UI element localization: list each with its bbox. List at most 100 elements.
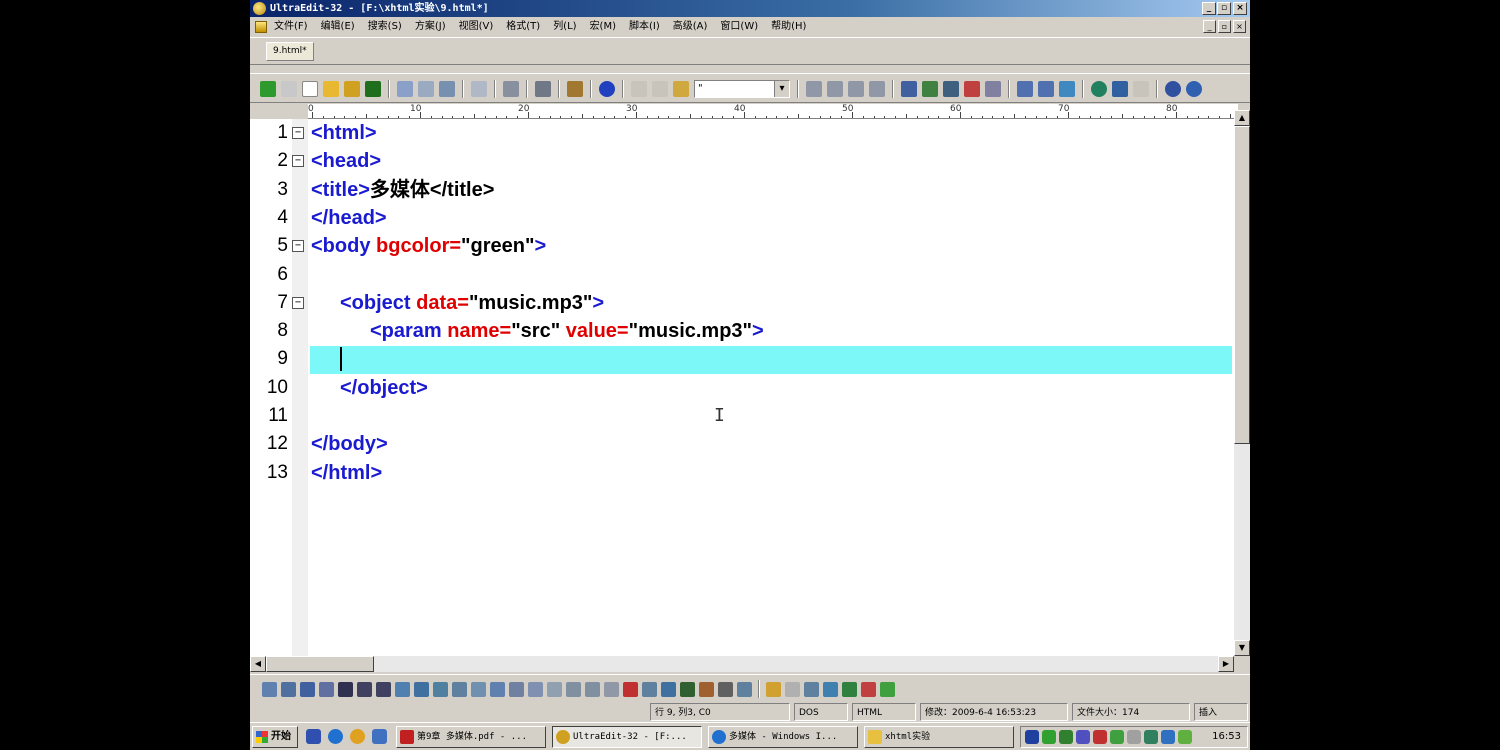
scroll-up-button[interactable]: ▲	[1234, 110, 1250, 126]
code-editor[interactable]: I 1− <html> 2− <head> 3 <title>多媒体</title> 4 </…	[250, 119, 1234, 656]
scroll-right-button[interactable]: ▶	[1218, 656, 1234, 672]
code-line[interactable]: 12 </body>	[250, 430, 1234, 458]
info-icon[interactable]	[1165, 81, 1181, 97]
align-left-icon[interactable]	[806, 81, 822, 97]
div-icon[interactable]	[262, 681, 277, 697]
ultraedit-app-icon[interactable]	[253, 2, 266, 15]
preview-icon[interactable]	[823, 681, 838, 697]
scroll-left-button[interactable]: ◀	[250, 656, 266, 672]
code-line[interactable]: 13 </html>	[250, 459, 1234, 487]
back-icon[interactable]	[260, 81, 276, 97]
task-ie[interactable]: 多媒体 - Windows I...	[708, 726, 858, 748]
tools-icon[interactable]	[1133, 81, 1149, 97]
bookmark-icon[interactable]	[567, 81, 583, 97]
code-line[interactable]: 8 <param name="src" value="music.mp3">	[250, 317, 1234, 345]
start-button[interactable]: 开始	[252, 726, 298, 748]
code-line[interactable]: 2− <head>	[250, 147, 1234, 175]
numbered-list-icon[interactable]	[376, 681, 391, 697]
split-horizontal-icon[interactable]	[1017, 81, 1033, 97]
code-line[interactable]: 9	[250, 345, 1234, 373]
script-icon[interactable]	[680, 681, 695, 697]
char-icon[interactable]	[785, 681, 800, 697]
code-line[interactable]: 10 </object>	[250, 374, 1234, 402]
taskbar-clock[interactable]: 16:53	[1212, 727, 1241, 747]
ftp-icon[interactable]	[1112, 81, 1128, 97]
word-wrap-icon[interactable]	[1059, 81, 1075, 97]
link-icon[interactable]	[414, 681, 429, 697]
copy-icon[interactable]	[652, 81, 668, 97]
save-icon[interactable]	[365, 81, 381, 97]
find-next-icon[interactable]	[922, 81, 938, 97]
fold-toggle-icon[interactable]: −	[292, 155, 304, 168]
align-center-icon[interactable]	[827, 81, 843, 97]
style-icon[interactable]	[699, 681, 714, 697]
paragraph-icon[interactable]	[319, 681, 334, 697]
scroll-down-button[interactable]: ▼	[1234, 640, 1250, 656]
media-player-icon[interactable]	[372, 729, 387, 744]
doc-restore-button[interactable]: ▫	[1218, 20, 1231, 33]
tray-update-icon[interactable]	[1110, 730, 1124, 744]
horizontal-scrollbar[interactable]: ◀ ▶	[250, 656, 1234, 672]
code-line[interactable]: 11	[250, 402, 1234, 430]
paste-icon[interactable]	[673, 81, 689, 97]
table-row-icon[interactable]	[471, 681, 486, 697]
task-ultraedit[interactable]: UltraEdit-32 - [F:...	[552, 726, 702, 748]
vertical-scroll-thumb[interactable]	[1234, 126, 1250, 444]
print-preview-icon[interactable]	[418, 81, 434, 97]
task-folder[interactable]: xhtml实验	[864, 726, 1014, 748]
new-file-icon[interactable]	[302, 81, 318, 97]
fold-toggle-icon[interactable]: −	[292, 240, 304, 253]
menu-macro[interactable]: 宏(M)	[590, 17, 616, 37]
file-tab[interactable]: 9.html*	[266, 42, 314, 61]
tray-connection-icon[interactable]	[1144, 730, 1158, 744]
show-desktop-icon[interactable]	[306, 729, 321, 744]
maximize-button[interactable]: ▫	[1217, 2, 1231, 15]
globe-icon[interactable]	[599, 81, 615, 97]
print-icon[interactable]	[397, 81, 413, 97]
ie-quicklaunch-icon[interactable]	[328, 729, 343, 744]
select-icon[interactable]	[566, 681, 581, 697]
checkbox-icon[interactable]	[604, 681, 619, 697]
image-icon[interactable]	[395, 681, 410, 697]
color-icon[interactable]	[766, 681, 781, 697]
tray-app-icon[interactable]	[1025, 730, 1039, 744]
code-line[interactable]: 4 </head>	[250, 204, 1234, 232]
menu-file[interactable]: 文件(F)	[274, 17, 308, 37]
tidy-icon[interactable]	[842, 681, 857, 697]
open-folder-icon[interactable]	[323, 81, 339, 97]
menu-edit[interactable]: 编辑(E)	[321, 17, 355, 37]
validate-icon[interactable]	[804, 681, 819, 697]
task-pdf[interactable]: 第9章 多媒体.pdf - ...	[396, 726, 546, 748]
document-menu-icon[interactable]	[255, 21, 267, 33]
tray-input-icon[interactable]	[1076, 730, 1090, 744]
span-icon[interactable]	[281, 681, 296, 697]
forward-icon[interactable]	[281, 81, 297, 97]
anchor-icon[interactable]	[433, 681, 448, 697]
bold-icon[interactable]	[338, 681, 353, 697]
page-setup-icon[interactable]	[439, 81, 455, 97]
menu-project[interactable]: 方案(J)	[415, 17, 446, 37]
code-line[interactable]: 6	[250, 261, 1234, 289]
snippet-icon[interactable]	[880, 681, 895, 697]
radio-icon[interactable]	[623, 681, 638, 697]
align-right-icon[interactable]	[848, 81, 864, 97]
cut-icon[interactable]	[631, 81, 647, 97]
media-icon[interactable]	[661, 681, 676, 697]
input-icon[interactable]	[528, 681, 543, 697]
frame-icon[interactable]	[642, 681, 657, 697]
form-icon[interactable]	[509, 681, 524, 697]
browser-preview-icon[interactable]	[1091, 81, 1107, 97]
template-icon[interactable]	[503, 81, 519, 97]
replace-icon[interactable]	[964, 81, 980, 97]
messenger-icon[interactable]	[350, 729, 365, 744]
menu-window[interactable]: 窗口(W)	[720, 17, 758, 37]
doc-close-button[interactable]: ×	[1233, 20, 1246, 33]
doc-minimize-button[interactable]: _	[1203, 20, 1216, 33]
find-in-files-icon[interactable]	[985, 81, 1001, 97]
justify-icon[interactable]	[869, 81, 885, 97]
menu-format[interactable]: 格式(T)	[506, 17, 540, 37]
menu-view[interactable]: 视图(V)	[459, 17, 494, 37]
meta-icon[interactable]	[737, 681, 752, 697]
tray-volume-icon[interactable]	[1127, 730, 1141, 744]
code-line[interactable]: 7− <object data="music.mp3">	[250, 289, 1234, 317]
